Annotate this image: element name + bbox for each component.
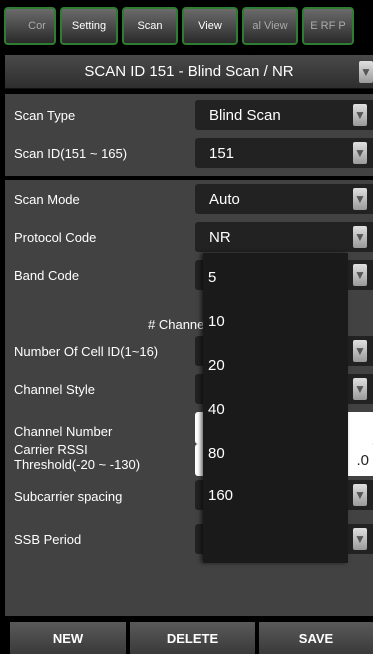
bottom-action-bar: NEW DELETE SAVE (0, 622, 373, 654)
scan-mode-label: Scan Mode (14, 192, 80, 207)
tab-view[interactable]: View (182, 7, 238, 45)
delete-button[interactable]: DELETE (130, 622, 255, 654)
chevron-down-icon[interactable]: ▼ (353, 226, 367, 248)
tab-al-view-label: al View (252, 20, 288, 32)
protocol-code-value: NR (209, 228, 231, 246)
dropdown-option[interactable]: 40 (208, 401, 225, 418)
channel-number-label: Channel Number (14, 424, 113, 439)
band-code-label: Band Code (14, 268, 80, 283)
scan-mode-row: Scan Mode Auto ▼ (5, 184, 373, 216)
protocol-code-select[interactable]: NR ▼ (195, 222, 373, 252)
scan-type-label: Scan Type (14, 108, 76, 123)
new-button[interactable]: NEW (10, 622, 126, 654)
tab-e-rf-p-label: E RF P (310, 20, 346, 32)
carrier-rssi-value: .0 (356, 452, 369, 469)
tab-cor-label: Cor (28, 20, 46, 32)
tab-cor[interactable]: Cor (4, 7, 56, 45)
dropdown-option[interactable]: 5 (208, 269, 216, 286)
ssb-period-label: SSB Period (14, 532, 82, 547)
chevron-down-icon[interactable]: ▼ (353, 378, 367, 400)
carrier-rssi-label: Carrier RSSI Threshold(-20 ~ -130) (14, 442, 140, 472)
tab-setting[interactable]: Setting (60, 7, 118, 45)
top-tab-bar: Cor Setting Scan View al View E RF P (0, 0, 373, 52)
dropdown-option[interactable]: 160 (208, 487, 233, 504)
scan-id-row: Scan ID(151 ~ 165) 151 ▼ (5, 138, 373, 170)
dropdown-option[interactable]: 10 (208, 313, 225, 330)
chevron-down-icon[interactable]: ▼ (353, 340, 367, 362)
scan-basic-panel: Scan Type Blind Scan ▼ Scan ID(151 ~ 165… (5, 94, 373, 176)
subcarrier-spacing-label: Subcarrier spacing (14, 489, 123, 504)
chevron-down-icon[interactable]: ▼ (353, 142, 367, 164)
save-button[interactable]: SAVE (259, 622, 373, 654)
scan-mode-select[interactable]: Auto ▼ (195, 184, 373, 214)
tab-scan[interactable]: Scan (122, 7, 178, 45)
scan-type-row: Scan Type Blind Scan ▼ (5, 100, 373, 132)
scan-id-label: Scan ID(151 ~ 165) (14, 146, 128, 161)
chevron-down-icon[interactable]: ▼ (353, 188, 367, 210)
tab-al-view[interactable]: al View (242, 7, 298, 45)
scan-id-select[interactable]: 151 ▼ (195, 138, 373, 168)
tab-view-label: View (198, 20, 222, 32)
dropdown-option[interactable]: 20 (208, 357, 225, 374)
chevron-down-icon[interactable]: ▼ (353, 264, 367, 286)
scan-mode-value: Auto (209, 190, 240, 208)
carrier-rssi-label-line1: Carrier RSSI (14, 442, 88, 457)
scan-type-value: Blind Scan (209, 106, 281, 124)
channel-style-label: Channel Style (14, 382, 95, 397)
tab-e-rf-p[interactable]: E RF P (302, 7, 354, 45)
num-cell-id-label: Number Of Cell ID(1~16) (14, 344, 159, 359)
scan-id-value: 151 (209, 144, 235, 162)
tab-scan-label: Scan (137, 20, 163, 32)
scan-type-select[interactable]: Blind Scan ▼ (195, 100, 373, 130)
tab-setting-label: Setting (71, 20, 107, 32)
chevron-down-icon[interactable]: ▼ (353, 528, 367, 550)
scan-id-title-bar[interactable]: SCAN ID 151 - Blind Scan / NR ▼ (5, 55, 373, 89)
chevron-down-icon[interactable]: ▼ (353, 104, 367, 126)
carrier-rssi-label-line2: Threshold(-20 ~ -130) (14, 457, 141, 472)
page-title: SCAN ID 151 - Blind Scan / NR (84, 63, 294, 80)
chevron-down-icon[interactable]: ▼ (353, 484, 367, 506)
protocol-code-row: Protocol Code NR ▼ (5, 222, 373, 254)
band-code-dropdown-list: 5 10 20 40 80 160 (203, 253, 348, 563)
chevron-down-icon[interactable]: ▼ (359, 61, 373, 83)
protocol-code-label: Protocol Code (14, 230, 97, 245)
channel-section-header: # Channe (148, 317, 205, 332)
dropdown-option[interactable]: 80 (208, 445, 225, 462)
